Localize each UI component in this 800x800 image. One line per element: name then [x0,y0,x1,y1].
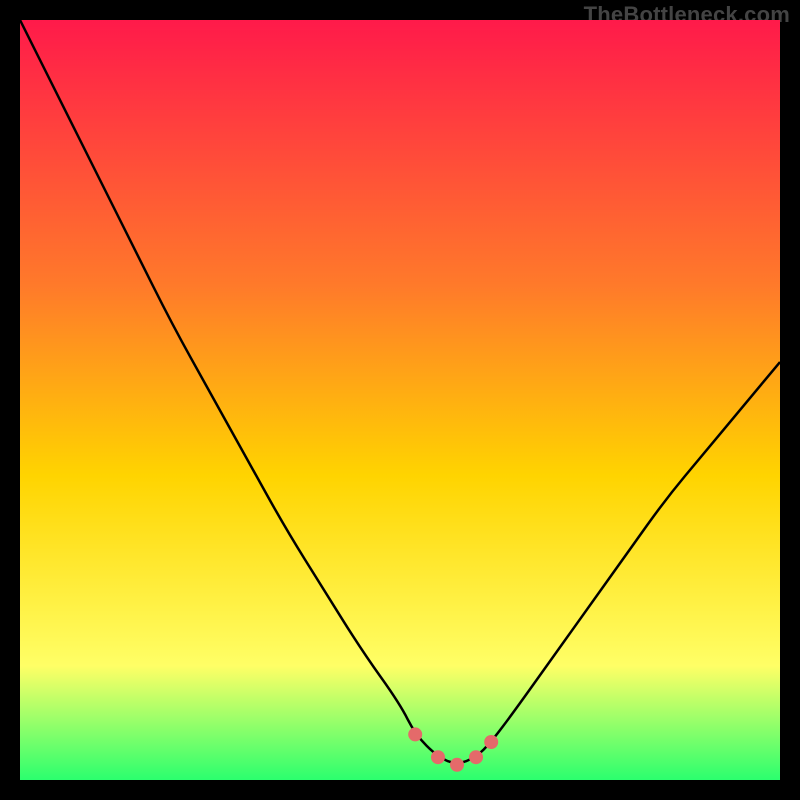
marker-left-inner [431,750,445,764]
gradient-background [20,20,780,780]
plot-area [20,20,780,780]
chart-frame: TheBottleneck.com [0,0,800,800]
chart-svg [20,20,780,780]
marker-valley-min [450,758,464,772]
marker-left-shoulder [408,727,422,741]
marker-right-inner [469,750,483,764]
marker-right-shoulder [484,735,498,749]
